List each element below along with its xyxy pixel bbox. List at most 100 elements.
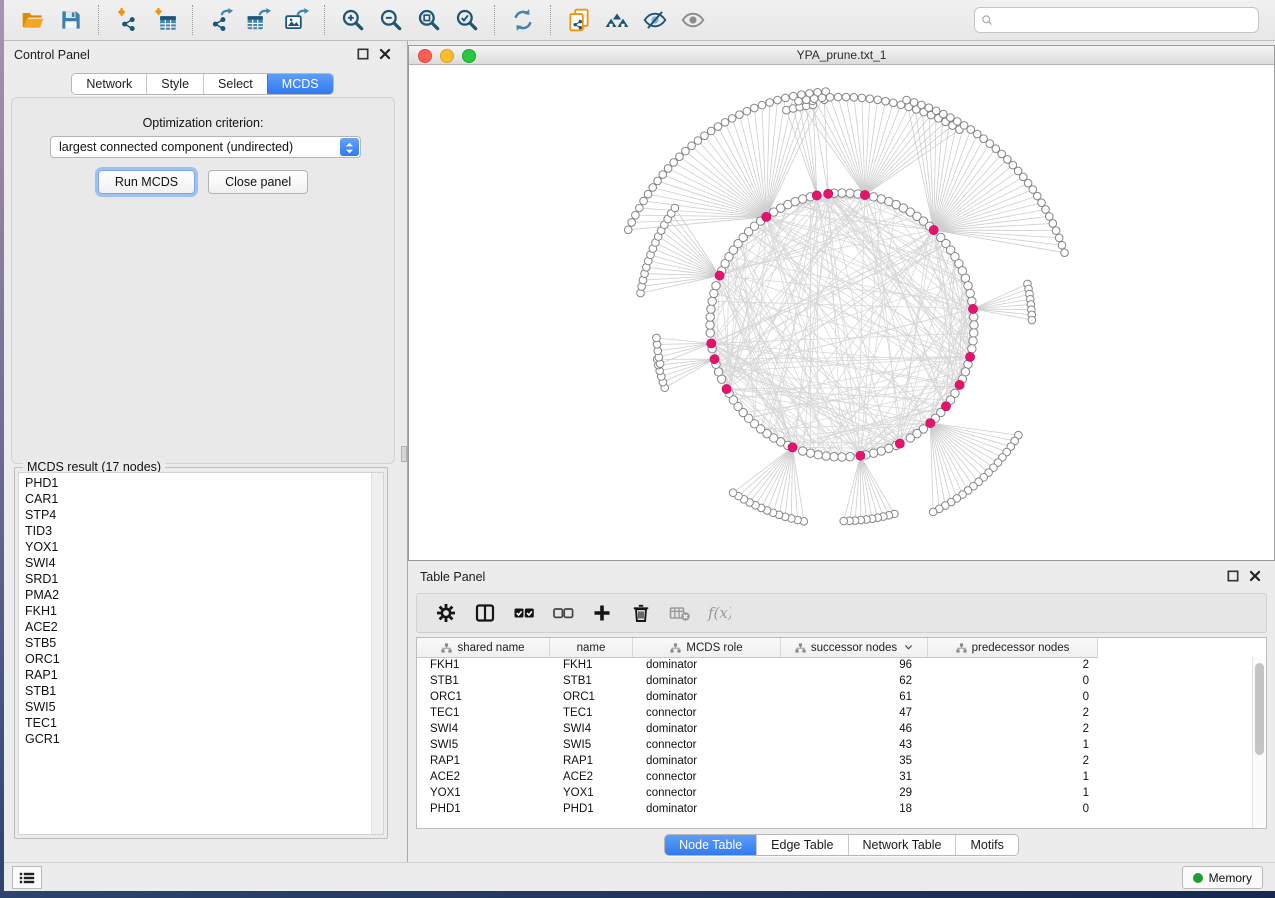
tab-node-table[interactable]: Node Table (665, 835, 756, 855)
result-node[interactable]: SWI4 (25, 555, 383, 571)
task-history-button[interactable] (12, 866, 42, 889)
cell-shared-name[interactable]: TEC1 (417, 705, 550, 721)
mcds-node[interactable] (895, 439, 904, 448)
mcds-node[interactable] (955, 380, 964, 389)
cell-predecessor-nodes[interactable]: 0 (928, 673, 1098, 689)
cell-name[interactable]: ORC1 (550, 689, 633, 705)
close-panel-icon[interactable] (379, 48, 391, 60)
cell-successor-nodes[interactable]: 96 (781, 657, 928, 673)
result-node[interactable]: SRD1 (25, 571, 383, 587)
cell-mcds-role[interactable]: dominator (633, 657, 781, 673)
cell-shared-name[interactable]: RAP1 (417, 753, 550, 769)
tab-style[interactable]: Style (146, 74, 203, 94)
mcds-node[interactable] (812, 191, 821, 200)
cell-name[interactable]: TEC1 (550, 705, 633, 721)
mcds-node[interactable] (788, 443, 797, 452)
table-row[interactable]: ORC1ORC1dominator610 (417, 689, 1253, 705)
network-file-button[interactable] (563, 4, 595, 36)
tab-select[interactable]: Select (203, 74, 267, 94)
column-header-MCDS-role[interactable]: MCDS role (633, 638, 781, 657)
table-row[interactable]: SWI4SWI4dominator462 (417, 721, 1253, 737)
cell-predecessor-nodes[interactable]: 1 (928, 737, 1098, 753)
zoom-in-button[interactable] (337, 4, 369, 36)
result-node[interactable]: STP4 (25, 507, 383, 523)
cell-mcds-role[interactable]: connector (633, 785, 781, 801)
mcds-node[interactable] (824, 189, 833, 198)
cell-predecessor-nodes[interactable]: 2 (928, 753, 1098, 769)
cell-name[interactable]: RAP1 (550, 753, 633, 769)
table-scrollbar[interactable] (1252, 657, 1266, 828)
cell-predecessor-nodes[interactable]: 2 (928, 705, 1098, 721)
cell-name[interactable]: FKH1 (550, 657, 633, 673)
float-panel-icon[interactable] (357, 48, 369, 60)
table-row[interactable]: YOX1YOX1connector291 (417, 785, 1253, 801)
column-header-shared-name[interactable]: shared name (417, 638, 550, 657)
table-row[interactable]: STB1STB1dominator620 (417, 673, 1253, 689)
panel-divider[interactable] (401, 41, 408, 862)
export-network-button[interactable] (205, 4, 237, 36)
cell-name[interactable]: SWI5 (550, 737, 633, 753)
result-node[interactable]: CAR1 (25, 491, 383, 507)
import-table-button[interactable] (149, 4, 181, 36)
memory-button[interactable]: Memory (1182, 866, 1263, 889)
cell-predecessor-nodes[interactable]: 0 (928, 801, 1098, 817)
cell-shared-name[interactable]: ACE2 (417, 769, 550, 785)
show-details-button[interactable] (677, 4, 709, 36)
cell-predecessor-nodes[interactable]: 1 (928, 785, 1098, 801)
zoom-out-button[interactable] (375, 4, 407, 36)
column-header-name[interactable]: name (550, 638, 633, 657)
export-table-button[interactable] (243, 4, 275, 36)
cell-mcds-role[interactable]: dominator (633, 801, 781, 817)
cell-mcds-role[interactable]: dominator (633, 673, 781, 689)
cell-successor-nodes[interactable]: 47 (781, 705, 928, 721)
export-image-button[interactable] (281, 4, 313, 36)
result-node[interactable]: TEC1 (25, 715, 383, 731)
cell-shared-name[interactable]: SWI4 (417, 721, 550, 737)
result-node[interactable]: YOX1 (25, 539, 383, 555)
cell-mcds-role[interactable]: connector (633, 769, 781, 785)
tab-network-table[interactable]: Network Table (848, 835, 956, 855)
mcds-node[interactable] (707, 339, 716, 348)
cell-successor-nodes[interactable]: 31 (781, 769, 928, 785)
select-all-columns-button[interactable] (511, 600, 537, 626)
result-node[interactable]: STB1 (25, 683, 383, 699)
network-window-titlebar[interactable]: YPA_prune.txt_1 (409, 46, 1274, 65)
result-node[interactable]: ACE2 (25, 619, 383, 635)
table-scrollbar-thumb[interactable] (1255, 663, 1264, 755)
mcds-node[interactable] (968, 304, 977, 313)
cell-shared-name[interactable]: STB1 (417, 673, 550, 689)
column-header-successor-nodes[interactable]: successor nodes (781, 638, 928, 657)
result-node[interactable]: SWI5 (25, 699, 383, 715)
cell-shared-name[interactable]: ORC1 (417, 689, 550, 705)
run-mcds-button[interactable]: Run MCDS (98, 170, 195, 194)
table-row[interactable]: RAP1RAP1dominator352 (417, 753, 1253, 769)
table-row[interactable]: PHD1PHD1dominator180 (417, 801, 1253, 817)
cell-predecessor-nodes[interactable]: 1 (928, 769, 1098, 785)
network-view[interactable] (409, 65, 1274, 560)
cell-successor-nodes[interactable]: 46 (781, 721, 928, 737)
apply-layout-button[interactable] (507, 4, 539, 36)
table-row[interactable]: FKH1FKH1dominator962 (417, 657, 1253, 673)
mcds-node[interactable] (715, 271, 724, 280)
cell-shared-name[interactable]: PHD1 (417, 801, 550, 817)
save-session-button[interactable] (55, 4, 87, 36)
cell-mcds-role[interactable]: dominator (633, 689, 781, 705)
show-columns-button[interactable] (472, 600, 498, 626)
zoom-selected-button[interactable] (451, 4, 483, 36)
mcds-node[interactable] (710, 355, 719, 364)
cell-name[interactable]: SWI4 (550, 721, 633, 737)
deselect-all-columns-button[interactable] (550, 600, 576, 626)
tab-mcds[interactable]: MCDS (267, 74, 333, 94)
zoom-fit-content-button[interactable] (413, 4, 445, 36)
cell-successor-nodes[interactable]: 18 (781, 801, 928, 817)
column-header-predecessor-nodes[interactable]: predecessor nodes (928, 638, 1098, 657)
cell-successor-nodes[interactable]: 61 (781, 689, 928, 705)
search-input[interactable] (995, 10, 1258, 30)
cell-successor-nodes[interactable]: 29 (781, 785, 928, 801)
delete-column-button[interactable] (628, 600, 654, 626)
result-node[interactable]: STB5 (25, 635, 383, 651)
attribute-settings-button[interactable] (433, 600, 459, 626)
cell-predecessor-nodes[interactable]: 2 (928, 657, 1098, 673)
cell-name[interactable]: ACE2 (550, 769, 633, 785)
cell-mcds-role[interactable]: dominator (633, 753, 781, 769)
